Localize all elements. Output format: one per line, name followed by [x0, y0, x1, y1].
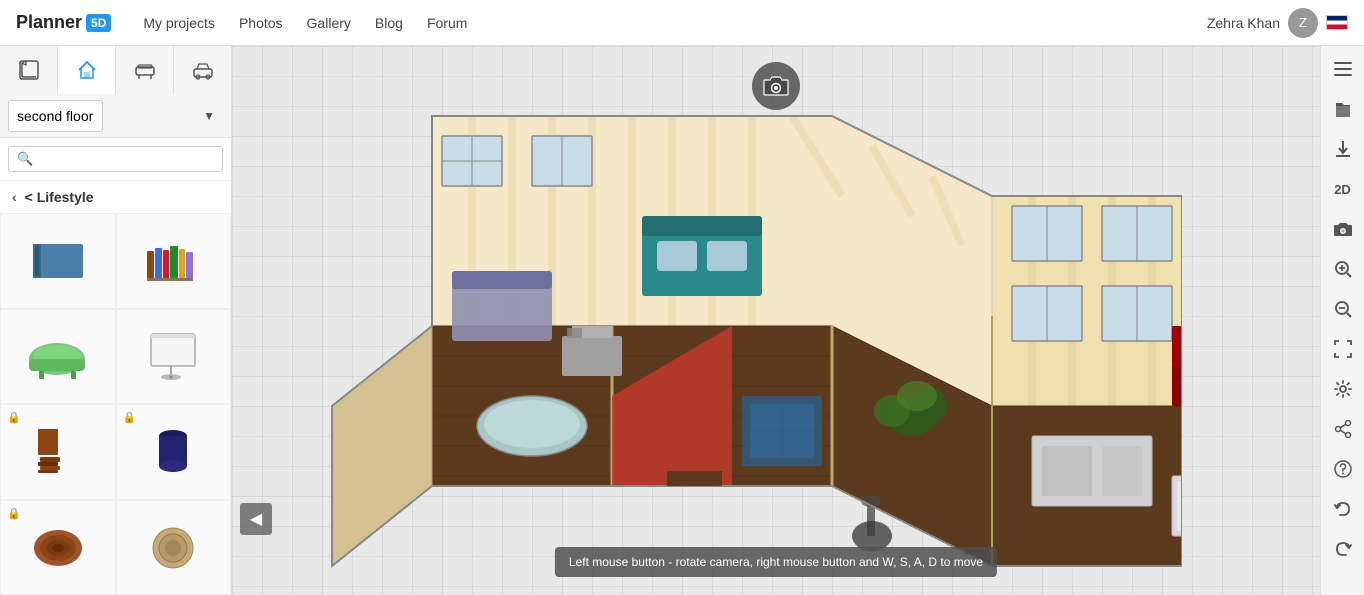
lock-badge-icon: 🔒: [123, 411, 137, 424]
item-image-item8: [138, 517, 208, 577]
items-grid: 🔒 🔒: [0, 213, 231, 595]
logo-badge: 5D: [86, 14, 111, 32]
download-button[interactable]: [1324, 130, 1362, 168]
nav-my-projects[interactable]: My projects: [143, 15, 215, 31]
user-avatar[interactable]: Z: [1288, 8, 1318, 38]
undo-button[interactable]: [1324, 490, 1362, 528]
left-arrow-icon: ◀: [250, 509, 262, 529]
2d-label: 2D: [1334, 182, 1351, 197]
floor-dropdown-arrow-icon: ▼: [203, 109, 215, 123]
list-item[interactable]: [0, 213, 116, 309]
undo-icon: [1334, 500, 1352, 518]
download-icon: [1335, 140, 1351, 158]
redo-button[interactable]: [1324, 530, 1362, 568]
main-layout: first floor second floor third floor ▼ 🔍…: [0, 46, 1364, 595]
share-icon: [1334, 420, 1352, 438]
category-header[interactable]: ‹ < Lifestyle: [0, 181, 231, 213]
top-nav: Planner 5D My projects Photos Gallery Bl…: [0, 0, 1364, 46]
files-button[interactable]: [1324, 90, 1362, 128]
lock-badge-icon: 🔒: [7, 411, 21, 424]
list-item[interactable]: 🔒: [0, 500, 116, 595]
settings-icon: [1334, 380, 1352, 398]
toolbar-furniture[interactable]: [116, 46, 174, 94]
list-item[interactable]: [116, 213, 232, 309]
fullscreen-icon: [1334, 340, 1352, 358]
search-icon: 🔍: [17, 151, 33, 167]
logo[interactable]: Planner 5D: [16, 12, 111, 33]
item-image-whiteboard: [138, 326, 208, 386]
fullscreen-button[interactable]: [1324, 330, 1362, 368]
menu-button[interactable]: [1324, 50, 1362, 88]
folder-icon: [1335, 100, 1351, 118]
left-sidebar: first floor second floor third floor ▼ 🔍…: [0, 46, 232, 595]
snapshot-button[interactable]: [1324, 210, 1362, 248]
search-row: 🔍: [0, 138, 231, 181]
nav-previous-button[interactable]: ◀: [240, 503, 272, 535]
settings-button[interactable]: [1324, 370, 1362, 408]
list-item[interactable]: 🔒: [0, 404, 116, 500]
right-sidebar: 2D: [1320, 46, 1364, 595]
home-icon: [76, 59, 98, 81]
list-item[interactable]: [116, 500, 232, 595]
center-canvas[interactable]: ◀ Left mouse button - rotate camera, rig…: [232, 46, 1320, 595]
search-input[interactable]: [39, 152, 215, 167]
back-arrow-icon: ‹: [12, 189, 17, 205]
language-flag-icon[interactable]: [1326, 15, 1348, 30]
item-image-bathtub: [23, 326, 93, 386]
zoom-in-icon: [1334, 260, 1352, 278]
lock-badge-icon: 🔒: [7, 507, 21, 520]
list-item[interactable]: [116, 309, 232, 405]
toolbar-row: [0, 46, 231, 94]
new-project-icon: [18, 59, 40, 81]
item-image-rug: [23, 517, 93, 577]
floor-select[interactable]: first floor second floor third floor: [8, 100, 103, 132]
floor-selector-row: first floor second floor third floor ▼: [0, 94, 231, 138]
logo-text: Planner: [16, 12, 82, 33]
toolbar-car[interactable]: [174, 46, 231, 94]
zoom-out-icon: [1334, 300, 1352, 318]
item-image-book: [23, 231, 93, 291]
category-label: < Lifestyle: [25, 189, 94, 205]
floor-dropdown-wrapper: first floor second floor third floor ▼: [8, 100, 223, 132]
share-button[interactable]: [1324, 410, 1362, 448]
item-image-cylinder: [138, 422, 208, 482]
toolbar-home[interactable]: [58, 46, 116, 94]
help-icon: [1334, 460, 1352, 478]
item-image-books: [138, 231, 208, 291]
furniture-icon: [134, 59, 156, 81]
user-name: Zehra Khan: [1207, 15, 1280, 31]
nav-blog[interactable]: Blog: [375, 15, 403, 31]
snapshot-icon: [1334, 221, 1352, 237]
user-info: Zehra Khan Z: [1207, 8, 1348, 38]
redo-icon: [1334, 540, 1352, 558]
list-item[interactable]: 🔒: [116, 404, 232, 500]
camera-screenshot-button[interactable]: [752, 62, 800, 110]
help-button[interactable]: [1324, 450, 1362, 488]
nav-gallery[interactable]: Gallery: [307, 15, 351, 31]
car-icon: [192, 59, 214, 81]
zoom-out-button[interactable]: [1324, 290, 1362, 328]
zoom-in-button[interactable]: [1324, 250, 1362, 288]
toolbar-new-project[interactable]: [0, 46, 58, 94]
2d-toggle-button[interactable]: 2D: [1324, 170, 1362, 208]
camera-icon: [763, 75, 789, 97]
nav-photos[interactable]: Photos: [239, 15, 283, 31]
item-image-stack: [23, 422, 93, 482]
search-input-wrapper: 🔍: [8, 146, 223, 172]
floor-plan-3d: [312, 86, 1182, 595]
nav-forum[interactable]: Forum: [427, 15, 467, 31]
list-item[interactable]: [0, 309, 116, 405]
menu-icon: [1334, 62, 1352, 76]
